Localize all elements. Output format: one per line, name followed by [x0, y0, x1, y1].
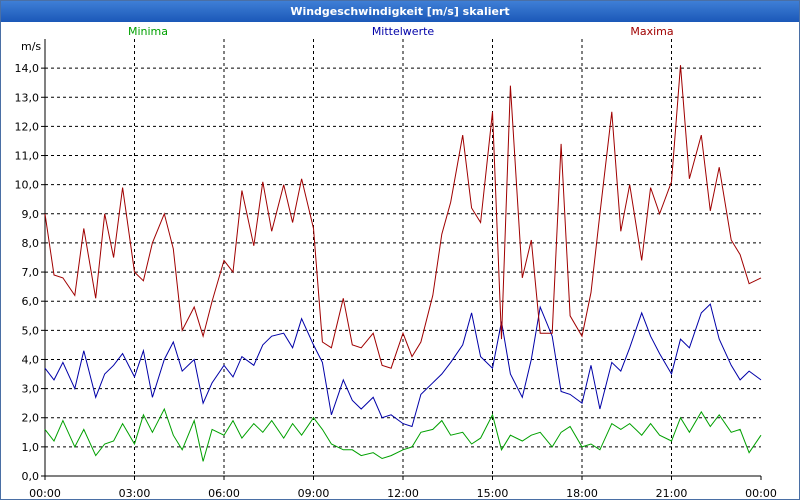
y-tick-label: 1,0 — [22, 441, 40, 454]
y-tick-label: 9,0 — [22, 208, 40, 221]
x-tick-time: 09:00 — [298, 487, 330, 499]
line-chart: 0,0 1,0 2,0 3,0 4,0 5,0 6,0 7,0 8,0 9,0 10,0 11,0 12… — [15, 25, 777, 499]
y-tick-label: 7,0 — [22, 266, 40, 279]
y-tick-label: 12,0 — [15, 120, 40, 133]
y-tick-label: 5,0 — [22, 324, 40, 337]
legend-maxima: Maxima — [630, 25, 673, 38]
x-tick-time: 03:00 — [119, 487, 151, 499]
x-tick-time: 18:00 — [566, 487, 598, 499]
y-tick-label: 3,0 — [22, 383, 40, 396]
y-tick-label: 2,0 — [22, 412, 40, 425]
y-tick-label: 10,0 — [15, 179, 40, 192]
y-tick-label: 8,0 — [22, 237, 40, 250]
window-title: Windgeschwindigkeit [m/s] skaliert — [1, 1, 799, 22]
y-tick-label: 6,0 — [22, 295, 40, 308]
legend-mittelwerte: Mittelwerte — [372, 25, 435, 38]
y-tick-label: 4,0 — [22, 353, 40, 366]
y-tick-label: 0,0 — [22, 470, 40, 483]
x-tick-time: 15:00 — [477, 487, 509, 499]
x-tick-time: 06:00 — [208, 487, 240, 499]
y-axis-label: m/s — [21, 40, 41, 53]
chart-window: Windgeschwindigkeit [m/s] skaliert 0,0 1,… — [0, 0, 800, 500]
x-tick-time: 00:00 — [745, 487, 777, 499]
x-tick-time: 21:00 — [656, 487, 688, 499]
legend-minima: Minima — [128, 25, 168, 38]
x-tick-time: 00:00 — [29, 487, 61, 499]
x-tick-time: 12:00 — [387, 487, 419, 499]
y-tick-label: 14,0 — [15, 62, 40, 75]
y-tick-label: 11,0 — [15, 150, 40, 163]
y-tick-label: 13,0 — [15, 91, 40, 104]
